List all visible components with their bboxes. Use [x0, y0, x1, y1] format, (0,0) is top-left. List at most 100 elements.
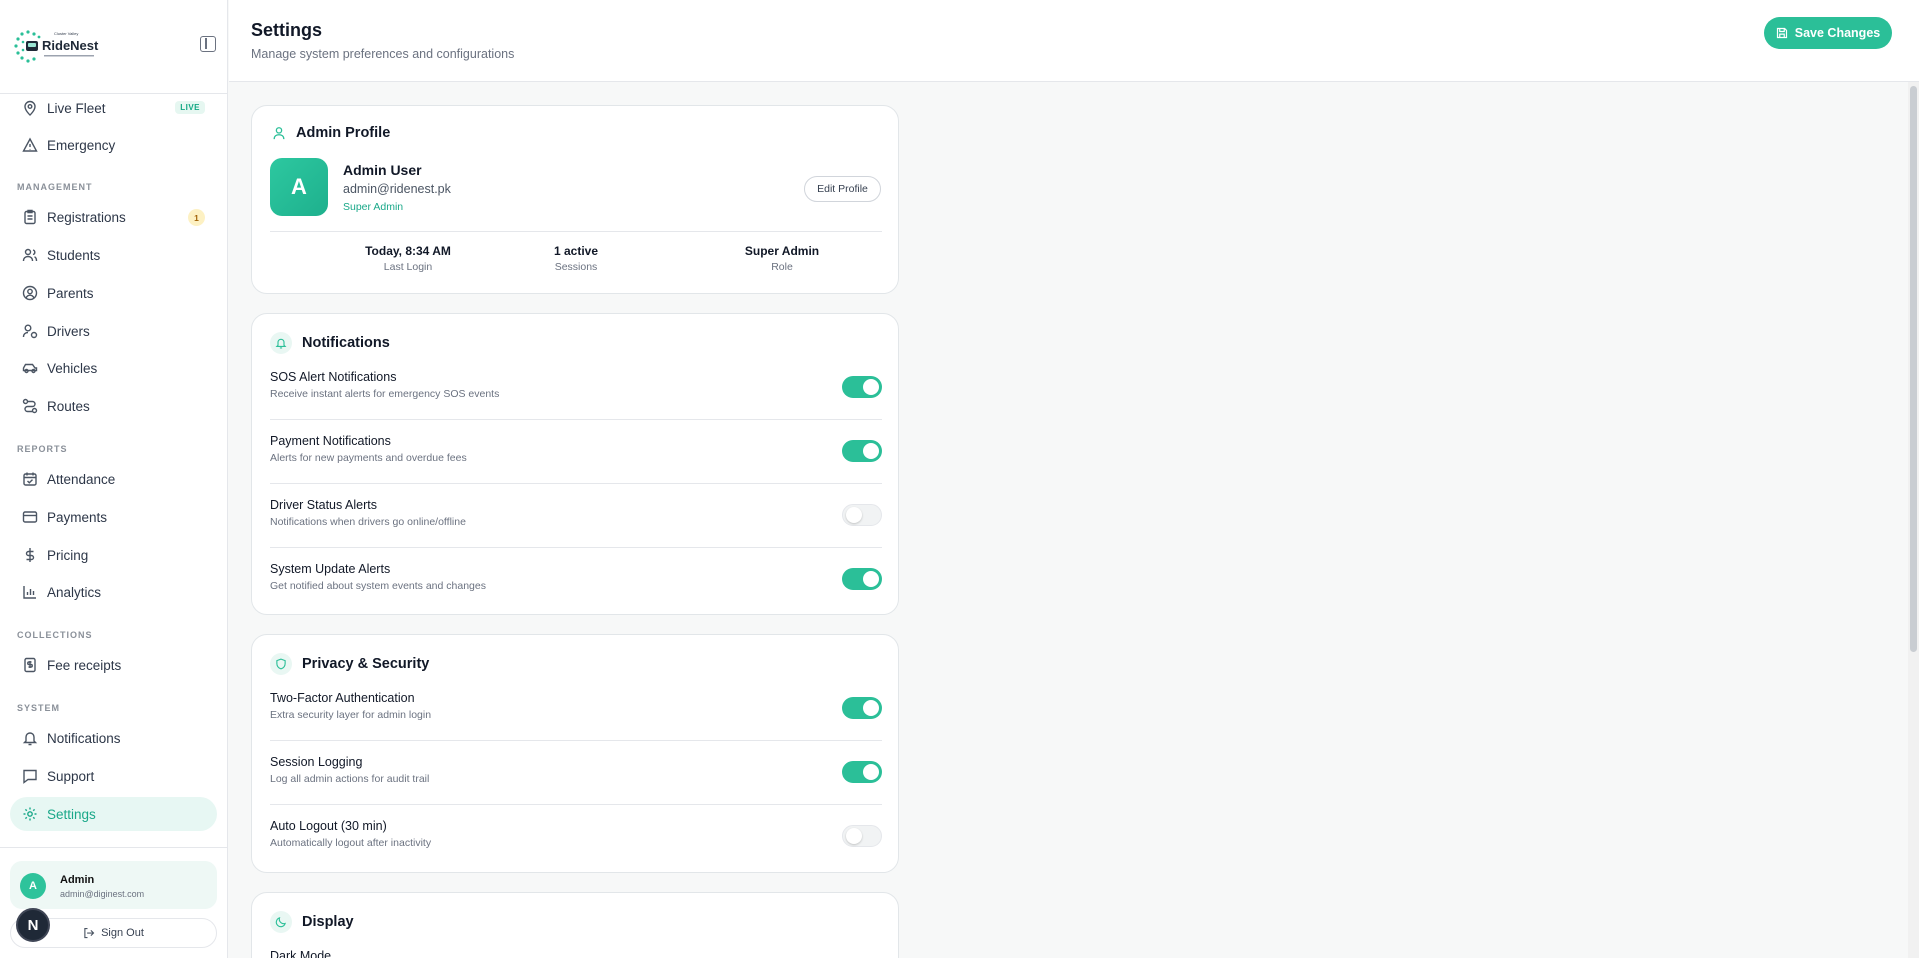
- bell-icon: [22, 732, 38, 746]
- map-pin-icon: [24, 100, 36, 116]
- stat-value: Today, 8:34 AM: [365, 244, 451, 258]
- sidebar-item-label: Settings: [47, 806, 96, 822]
- sidebar-header: Cluster Valley RideNest: [0, 0, 227, 94]
- page-header: Settings Manage system preferences and c…: [229, 0, 1919, 82]
- sidebar-item-label: Parents: [47, 285, 94, 301]
- setting-title: Auto Logout (30 min): [270, 819, 387, 833]
- setting-title: System Update Alerts: [270, 562, 391, 576]
- setting-description: Notifications when drivers go online/off…: [270, 516, 466, 528]
- sidebar-collapse-icon[interactable]: [200, 36, 216, 52]
- sidebar-item-settings[interactable]: Settings: [10, 797, 217, 831]
- save-changes-button[interactable]: Save Changes: [1764, 17, 1892, 49]
- setting-row-sos-alerts: SOS Alert Notifications Receive instant …: [270, 356, 882, 420]
- sidebar-item-notifications[interactable]: Notifications: [10, 721, 217, 755]
- ridenest-logo[interactable]: Cluster Valley RideNest: [14, 28, 104, 64]
- sidebar-item-pricing[interactable]: Pricing: [10, 538, 217, 572]
- stat-label: Sessions: [554, 261, 598, 273]
- setting-row-auto-logout: Auto Logout (30 min) Automatically logou…: [270, 805, 882, 869]
- sidebar-item-attendance[interactable]: Attendance: [10, 462, 217, 496]
- notifications-card: Notifications SOS Alert Notifications Re…: [251, 313, 899, 615]
- setting-title: Payment Notifications: [270, 434, 391, 448]
- sidebar-item-label: Drivers: [47, 323, 90, 339]
- sidebar-item-payments[interactable]: Payments: [10, 500, 217, 534]
- stat-sessions: 1 active Sessions: [486, 244, 666, 273]
- sidebar-item-parents[interactable]: Parents: [10, 276, 217, 310]
- users-icon: [22, 248, 38, 262]
- gear-icon: [23, 807, 37, 821]
- sidebar-item-fee-receipts[interactable]: Fee receipts: [10, 648, 217, 682]
- sidebar-item-label: Registrations: [47, 209, 126, 225]
- toggle-two-factor[interactable]: [842, 697, 882, 719]
- divider: [270, 231, 882, 232]
- setting-description: Alerts for new payments and overdue fees: [270, 452, 467, 464]
- sidebar-item-support[interactable]: Support: [10, 759, 217, 793]
- sidebar-item-label: Attendance: [47, 471, 116, 487]
- toggle-payment-notifications[interactable]: [842, 440, 882, 462]
- sidebar-item-label: Analytics: [47, 584, 102, 600]
- stat-label: Role: [771, 261, 793, 273]
- sign-out-label: Sign Out: [101, 927, 144, 939]
- sidebar-item-label: Payments: [47, 509, 108, 525]
- sidebar-item-label: Students: [47, 247, 101, 263]
- sidebar-item-label: Fee receipts: [47, 657, 122, 673]
- sidebar: Cluster Valley RideNest Live Fleet LIVE …: [0, 0, 228, 958]
- moon-icon: [270, 911, 292, 933]
- privacy-security-card: Privacy & Security Two-Factor Authentica…: [251, 634, 899, 873]
- sidebar-item-label: Pricing: [47, 547, 89, 563]
- credit-card-icon: [22, 511, 38, 523]
- section-label-reports: REPORTS: [17, 444, 68, 454]
- sidebar-item-label: Support: [47, 768, 95, 784]
- logo-tagline: Cluster Valley: [54, 31, 78, 36]
- sidebar-item-vehicles[interactable]: Vehicles: [10, 351, 217, 385]
- sidebar-item-emergency[interactable]: Emergency: [10, 128, 217, 162]
- setting-description: Automatically logout after inactivity: [270, 837, 432, 849]
- stat-label: Last Login: [383, 261, 433, 273]
- page-title: Settings: [251, 20, 323, 40]
- save-icon: [1776, 27, 1787, 39]
- dollar-icon: [25, 548, 35, 562]
- bar-chart-icon: [23, 586, 36, 599]
- setting-row-dark-mode: Dark Mode: [270, 935, 882, 958]
- route-icon: [22, 398, 38, 414]
- scrollbar-thumb[interactable]: [1910, 86, 1917, 652]
- bell-icon: [270, 332, 292, 354]
- edit-profile-button[interactable]: Edit Profile: [804, 176, 881, 202]
- stat-last-login: Today, 8:34 AM Last Login: [318, 244, 498, 273]
- admin-profile-card: Admin Profile A Admin User admin@ridenes…: [251, 105, 899, 294]
- setting-row-system-updates: System Update Alerts Get notified about …: [270, 548, 882, 612]
- stat-value: Super Admin: [744, 244, 820, 258]
- sidebar-item-analytics[interactable]: Analytics: [10, 575, 217, 609]
- section-label-system: SYSTEM: [17, 703, 61, 713]
- calendar-check-icon: [23, 472, 37, 486]
- toggle-session-logging[interactable]: [842, 761, 882, 783]
- receipt-icon: [24, 657, 36, 673]
- user-card[interactable]: A Admin admin@diginest.com: [10, 861, 217, 909]
- sidebar-item-drivers[interactable]: Drivers: [10, 314, 217, 348]
- sidebar-item-registrations[interactable]: Registrations 1: [10, 200, 217, 234]
- card-title: Admin Profile: [296, 125, 391, 141]
- user-email: admin@diginest.com: [60, 889, 145, 899]
- sidebar-item-label: Emergency: [47, 137, 116, 153]
- setting-title: Driver Status Alerts: [270, 498, 377, 512]
- dev-tools-bubble[interactable]: N: [16, 908, 50, 942]
- sidebar-item-students[interactable]: Students: [10, 238, 217, 272]
- setting-title: Dark Mode: [270, 949, 332, 958]
- user-name: Admin: [60, 874, 95, 886]
- stat-value: 1 active: [553, 244, 599, 258]
- sidebar-item-live-fleet[interactable]: Live Fleet LIVE: [10, 91, 217, 125]
- stat-role: Super Admin Role: [692, 244, 872, 273]
- car-icon: [22, 363, 38, 374]
- toggle-system-updates[interactable]: [842, 568, 882, 590]
- setting-description: Extra security layer for admin login: [270, 709, 432, 721]
- setting-row-two-factor: Two-Factor Authentication Extra security…: [270, 677, 882, 741]
- warning-icon: [22, 137, 38, 152]
- avatar: A: [20, 873, 46, 899]
- toggle-sos-alerts[interactable]: [842, 376, 882, 398]
- card-title: Privacy & Security: [302, 656, 430, 672]
- sidebar-item-routes[interactable]: Routes: [10, 389, 217, 423]
- setting-title: Two-Factor Authentication: [270, 691, 415, 705]
- sidebar-item-label: Vehicles: [47, 360, 98, 376]
- toggle-driver-status[interactable]: [842, 504, 882, 526]
- toggle-auto-logout[interactable]: [842, 825, 882, 847]
- sidebar-item-label: Live Fleet: [47, 100, 106, 116]
